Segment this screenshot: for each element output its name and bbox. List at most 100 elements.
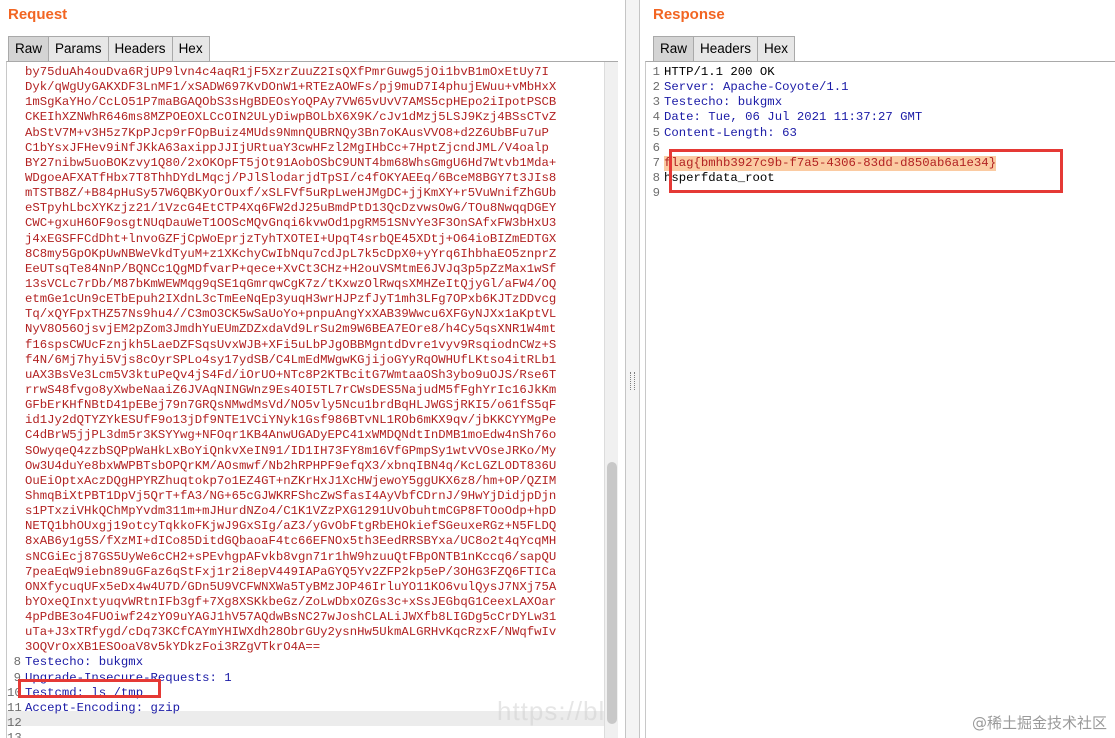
- code-line: 1mSgKaYHo/CcLO51P7maBGAQObS3sHgBDEOsYoQP…: [7, 95, 618, 110]
- response-tab-headers[interactable]: Headers: [694, 36, 759, 62]
- line-text: s1PTxziVHkQChMpYvdm311m+mJHurdNZo4/C1K1V…: [25, 504, 557, 519]
- code-line: bYOxeQInxtyuqvWRtnIFb3gf+7Xg8XSKkbeGz/Zo…: [7, 595, 618, 610]
- code-line: WDgoeAFXATfHbx7T8ThhDYdLMqcj/PJlSlodarjd…: [7, 171, 618, 186]
- watermark-site: @稀土掘金技术社区: [971, 714, 1107, 732]
- request-code: by75duAh4ouDva6RjUP9lvn4c4aqR1jF5XzrZuuZ…: [7, 65, 618, 738]
- line-number: 1: [652, 65, 660, 79]
- response-tab-raw[interactable]: Raw: [653, 36, 695, 62]
- request-editor[interactable]: by75duAh4ouDva6RjUP9lvn4c4aqR1jF5XzrZuuZ…: [6, 61, 618, 738]
- request-panel: Request Raw Params Headers Hex by75duAh4…: [0, 0, 625, 738]
- line-text: CKEIhXZNWhR646ms8MZPOEOXLCcOIN2ULyDiwpBO…: [25, 110, 557, 125]
- line-text: C4dBrW5jjPL3dm5r3KSYYwg+NFOqr1KB4AnwUGAD…: [25, 428, 557, 443]
- line-number: 4: [652, 110, 660, 125]
- line-text: by75duAh4ouDva6RjUP9lvn4c4aqR1jF5XzrZuuZ…: [25, 65, 549, 79]
- line-number: 8: [652, 170, 660, 185]
- code-line: 13sVCLc7rDb/M87bKmWEWMqg9qSE1qGmrqwCgK7z…: [7, 277, 618, 292]
- code-line: CKEIhXZNWhR646ms8MZPOEOXLCcOIN2ULyDiwpBO…: [7, 110, 618, 125]
- line-text: etmGe1cUn9cETbEpuh2IXdnL3cTmEeNqEp3yuqH3…: [25, 292, 557, 307]
- line-text: ONXfycuqUFx5eDx4w4U7D/GDn5U9VCFWNXWa5TyB…: [25, 579, 557, 594]
- code-line: j4xEGSFFCdDht+lnvoGZFjCpWoEprjzTyhTXOTEI…: [7, 232, 618, 247]
- request-tab-params[interactable]: Params: [49, 36, 109, 62]
- code-line: 9: [646, 186, 1115, 201]
- line-text: Content-Length: 63: [664, 125, 797, 140]
- request-scroll-thumb[interactable]: [607, 462, 617, 724]
- line-text: Date: Tue, 06 Jul 2021 11:37:27 GMT: [664, 110, 923, 125]
- line-text: rrwS48fvgo8yXwbeNaaiZ6JVAqNINGWnz9Es4OI5…: [25, 382, 557, 397]
- code-line: uTa+J3xTRfygd/cDq73KCfCAYmYHIWXdh28ObrGU…: [7, 625, 618, 640]
- line-text: OuEiOptxAczDQgHPYRZhuqtokp7o1EZ4GT+nZKrH…: [25, 473, 557, 488]
- code-line: id1Jy2dQTYZYkESUfF9o13jDf9NTE1VCiYNyk1Gs…: [7, 413, 618, 428]
- line-text: Tq/xQYFpxTHZ57Ns9hu4//C3mO3CK5wSaUoYo+pn…: [25, 307, 557, 322]
- line-text: f4N/6Mj7hyi5Vjs8cOyrSPLo4sy17ydSB/C4LmEd…: [25, 352, 557, 367]
- response-panel: Response Raw Headers Hex 1 HTTP/1.1 200 O…: [640, 0, 1115, 738]
- line-text: Testecho: bukgmx: [25, 655, 144, 670]
- code-line: uAX3BsVe3Lcm5V3ktuPeQv4jS4Fd/iOrUO+NTc8P…: [7, 368, 618, 383]
- code-line: CWC+gxuH6OF9osgtNUqDauWeT1OOScMQvGnqi6kv…: [7, 216, 618, 231]
- code-line: 4pPdBE3o4FUOiwf24zYO9uYAGJ1hV57AQdwBsNC2…: [7, 610, 618, 625]
- request-tab-raw[interactable]: Raw: [8, 36, 50, 62]
- code-line: ONXfycuqUFx5eDx4w4U7D/GDn5U9VCFWNXWa5TyB…: [7, 580, 618, 595]
- line-text: EeUTsqTe84NnP/BQNCc1QgMDfvarP+qece+XvCt3…: [25, 261, 557, 276]
- line-text: GFbErKHfNBtD41pEBej79n7GRQsNMwdMsVd/NO5v…: [25, 398, 557, 413]
- line-text: BY27nibw5uoBOKzvy1Q80/2xOKOpFT5jOt91AobO…: [25, 155, 557, 170]
- code-line: C1bYsxJFHev9iNfJKkA63axippJJIjURtuaY3cwH…: [7, 141, 618, 156]
- line-text: 3OQVrOxXB1ESOoaV8v5kYDkzFoi3RZgVTkrO4A==: [25, 640, 321, 655]
- line-text: NyV8O56OjsvjEM2pZom3JmdhYuEUmZDZxdaVd9Lr…: [25, 322, 557, 337]
- panel-splitter[interactable]: [625, 0, 640, 738]
- code-line: 8 hsperfdata_root: [646, 171, 1115, 186]
- response-editor[interactable]: 1 HTTP/1.1 200 OK 2 Server: Apache-Coyote/1…: [645, 61, 1115, 738]
- line-number: 5: [652, 125, 660, 140]
- line-text: SOwyqeQ4zzbSQPpWaHkLxBoYiQnkvXeIN91/ID1I…: [25, 443, 557, 458]
- splitter-grip-icon[interactable]: [630, 372, 635, 390]
- code-line: mTSTB8Z/+B84pHuSy57W6QBKyOrOuxf/xSLFVf5u…: [7, 186, 618, 201]
- line-text: Ow3U4duYe8bxWWPBTsbOPQrKM/AOsmwf/Nb2hRPH…: [25, 458, 557, 473]
- code-line: by75duAh4ouDva6RjUP9lvn4c4aqR1jF5XzrZuuZ…: [7, 65, 618, 80]
- response-tab-hex[interactable]: Hex: [758, 36, 796, 62]
- line-number: 12: [7, 716, 22, 731]
- code-line: GFbErKHfNBtD41pEBej79n7GRQsNMwdMsVd/NO5v…: [7, 398, 618, 413]
- code-line: SOwyqeQ4zzbSQPpWaHkLxBoYiQnkvXeIN91/ID1I…: [7, 444, 618, 459]
- line-text: C1bYsxJFHev9iNfJKkA63axippJJIjURtuaY3cwH…: [25, 140, 549, 155]
- line-text: Server: Apache-Coyote/1.1: [664, 80, 849, 95]
- line-text: 1mSgKaYHo/CcLO51P7maBGAQObS3sHgBDEOsYoQP…: [25, 95, 557, 110]
- watermark-url: https://bl: [497, 696, 606, 726]
- line-text: eSTpyhLbcXYKzjz21/1VzcG4EtCTP4Xq6FW2dJ25…: [25, 201, 557, 216]
- code-line: Ow3U4duYe8bxWWPBTsbOPQrKM/AOsmwf/Nb2hRPH…: [7, 459, 618, 474]
- code-line: eSTpyhLbcXYKzjz21/1VzcG4EtCTP4Xq6FW2dJ25…: [7, 201, 618, 216]
- line-number: 8: [13, 655, 21, 670]
- line-text: Testcmd: ls /tmp: [25, 685, 144, 700]
- line-number: 2: [652, 80, 660, 95]
- line-text: WDgoeAFXATfHbx7T8ThhDYdLMqcj/PJlSlodarjd…: [25, 170, 557, 185]
- line-text: j4xEGSFFCdDht+lnvoGZFjCpWoEprjzTyhTXOTEI…: [25, 231, 557, 246]
- line-number: 3: [652, 95, 660, 110]
- code-line: 7peaEqW9iebn89uGFaz6qStFxj1r2i8epV449IAP…: [7, 565, 618, 580]
- code-line: 3OQVrOxXB1ESOoaV8v5kYDkzFoi3RZgVTkrO4A==: [7, 640, 618, 655]
- line-text: 4pPdBE3o4FUOiwf24zYO9uYAGJ1hV57AQdwBsNC2…: [25, 610, 557, 625]
- code-line: 7 flag{bmhb3927c9b-f7a5-4306-83dd-d850ab6…: [646, 155, 1115, 171]
- code-line: Dyk/qWgUyGAKXDF3LnMF1/xSADW697KvDOnW1+RT…: [7, 80, 618, 95]
- code-line: 5 Content-Length: 63: [646, 126, 1115, 141]
- line-text: NETQ1bhOUxgj19otcyTqkkoFKjwJ9GxSIg/aZ3/y…: [25, 519, 557, 534]
- code-line: NyV8O56OjsvjEM2pZom3JmdhYuEUmZDZxdaVd9Lr…: [7, 322, 618, 337]
- code-line: 1 HTTP/1.1 200 OK: [646, 65, 1115, 80]
- line-text: 8C8my5GpOKpUwNBWeVkdTyuM+z1XKchyCwIbNqu7…: [25, 246, 557, 261]
- request-scrollbar[interactable]: [604, 62, 618, 738]
- code-line: 2 Server: Apache-Coyote/1.1: [646, 80, 1115, 95]
- request-title: Request: [8, 6, 68, 23]
- code-line: sNCGiEcj87GS5UyWe6cCH2+sPEvhgpAFvkb8vgn7…: [7, 550, 618, 565]
- request-tab-headers[interactable]: Headers: [108, 36, 173, 62]
- code-line: 9 Upgrade-Insecure-Requests: 1: [7, 671, 618, 686]
- code-line: f16spsCWUcFznjkh5LaeDZFSqsUvxWJB+XFi5uLb…: [7, 338, 618, 353]
- code-line: EeUTsqTe84NnP/BQNCc1QgMDfvarP+qece+XvCt3…: [7, 262, 618, 277]
- line-text: mTSTB8Z/+B84pHuSy57W6QBKyOrOuxf/xSLFVf5u…: [25, 186, 557, 201]
- code-line: f4N/6Mj7hyi5Vjs8cOyrSPLo4sy17ydSB/C4LmEd…: [7, 353, 618, 368]
- line-text: Testecho: bukgmx: [664, 95, 783, 110]
- line-text: uAX3BsVe3Lcm5V3ktuPeQv4jS4Fd/iOrUO+NTc8P…: [25, 367, 557, 382]
- request-tab-hex[interactable]: Hex: [172, 36, 210, 62]
- code-line: 13: [7, 731, 618, 738]
- line-text: 7peaEqW9iebn89uGFaz6qStFxj1r2i8epV449IAP…: [25, 564, 557, 579]
- line-text: 13sVCLc7rDb/M87bKmWEWMqg9qSE1qGmrqwCgK7z…: [25, 276, 557, 291]
- line-text: Upgrade-Insecure-Requests: 1: [25, 670, 232, 685]
- line-text: Accept-Encoding: gzip: [25, 700, 180, 715]
- line-number: 13: [7, 731, 22, 738]
